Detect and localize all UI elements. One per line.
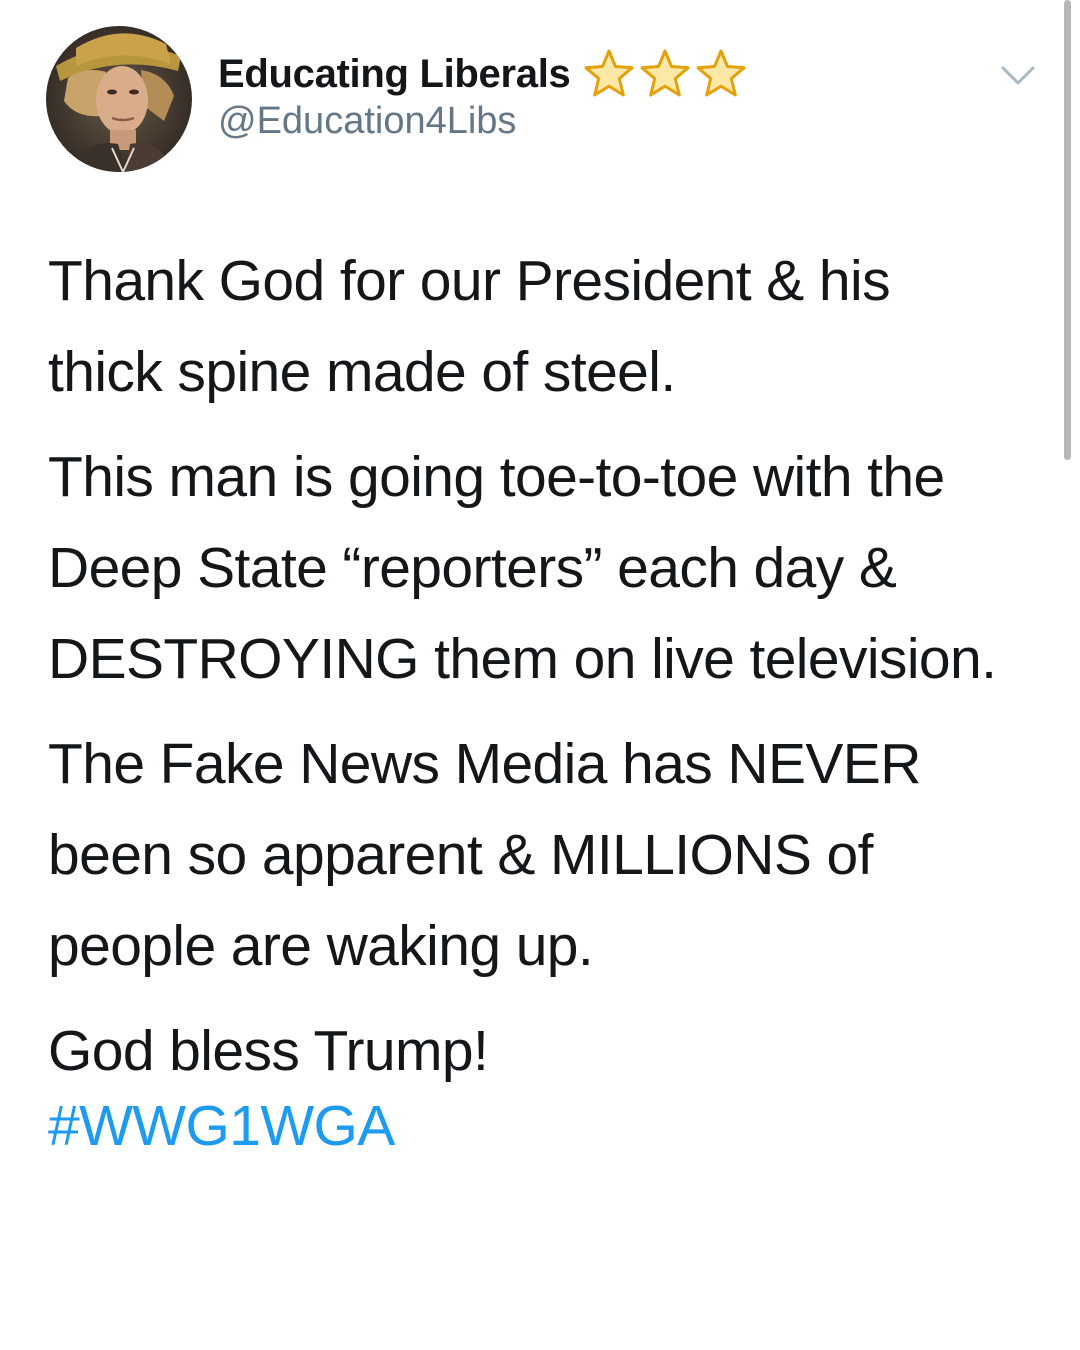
star-icon	[696, 49, 746, 97]
more-options-button[interactable]	[995, 58, 1041, 94]
badge-stars	[582, 47, 748, 101]
tweet-paragraph: This man is going toe-to-toe with the De…	[48, 445, 997, 691]
user-handle[interactable]: @Education4Libs	[218, 100, 516, 143]
tweet-paragraph: Thank God for our President & his thick …	[48, 249, 891, 404]
star-icon	[584, 49, 634, 97]
hashtag-link[interactable]: #WWG1WGA	[48, 1081, 1048, 1172]
tweet-text: Thank God for our President & his thick …	[48, 236, 1048, 1172]
display-name[interactable]: Educating Liberals	[218, 52, 571, 97]
avatar[interactable]	[46, 26, 192, 172]
chevron-down-icon	[1001, 66, 1035, 85]
star-icon	[640, 49, 690, 97]
scrollbar[interactable]	[1064, 0, 1071, 460]
tweet-paragraph: The Fake News Media has NEVER been so ap…	[48, 732, 921, 978]
avatar-photo	[46, 26, 192, 172]
profile-name-row: Educating Liberals	[218, 44, 748, 104]
